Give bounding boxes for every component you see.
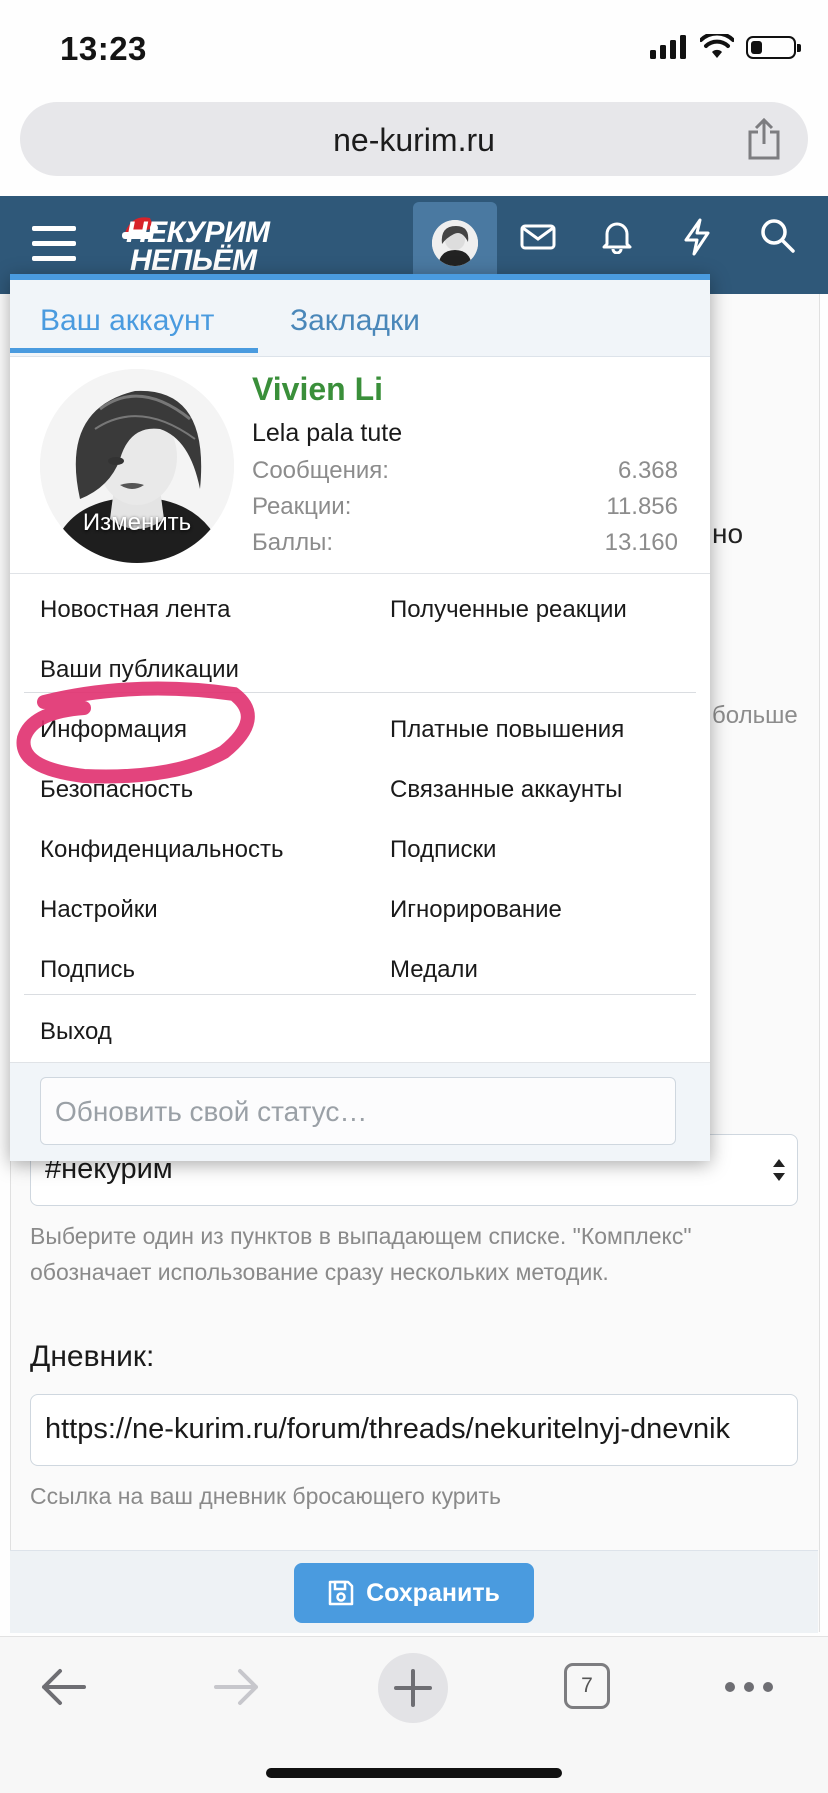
menu-preferences[interactable]: Настройки: [40, 896, 158, 924]
back-arrow-icon[interactable]: [40, 1667, 86, 1707]
change-avatar-label: Изменить: [82, 509, 192, 536]
hamburger-menu-icon[interactable]: [32, 226, 76, 271]
home-indicator: [266, 1768, 562, 1778]
profile-avatar[interactable]: Изменить: [40, 369, 234, 563]
stat-reactions: Реакции: 11.856: [252, 493, 678, 520]
ios-status-bar: 13:23: [0, 0, 828, 100]
profile-summary: Изменить Vivien Li Lela pala tute Сообще…: [10, 357, 710, 574]
bell-icon[interactable]: [600, 218, 634, 254]
diary-hint: Ссылка на ваш дневник бросающего курить: [30, 1483, 501, 1509]
save-button[interactable]: Сохранить: [294, 1563, 534, 1623]
select-arrows-icon: [773, 1159, 785, 1181]
avatar: [432, 220, 478, 266]
more-options-icon[interactable]: [724, 1681, 774, 1693]
menu-logout[interactable]: Выход: [40, 1018, 112, 1046]
tab-bookmarks[interactable]: Закладки: [290, 304, 420, 338]
user-title: Lela pala tute: [252, 419, 403, 447]
inbox-mail-icon[interactable]: [520, 222, 556, 252]
cellular-signal-icon: [650, 35, 686, 59]
active-tab-indicator: [10, 348, 258, 353]
battery-icon: [746, 35, 801, 59]
diary-input-value: https://ne-kurim.ru/forum/threads/nekuri…: [45, 1413, 731, 1445]
save-button-label: Сохранить: [366, 1578, 500, 1607]
form-submit-row: Сохранить: [10, 1550, 818, 1633]
new-tab-button[interactable]: [378, 1653, 448, 1723]
popup-tabs: Ваш аккаунт Закладки: [10, 280, 710, 357]
menu-divider: [24, 994, 696, 995]
stat-messages: Сообщения: 6.368: [252, 457, 678, 484]
select-hint: Выберите один из пунктов в выпадающем сп…: [30, 1223, 692, 1285]
menu-connected-accounts[interactable]: Связанные аккаунты: [390, 776, 622, 804]
menu-privacy[interactable]: Конфиденциальность: [40, 836, 283, 864]
wifi-icon: [700, 34, 734, 58]
bg-text-fragment: но: [712, 518, 744, 549]
menu-following[interactable]: Подписки: [390, 836, 496, 864]
diary-input[interactable]: https://ne-kurim.ru/forum/threads/nekuri…: [30, 1394, 798, 1466]
bg-text-fragment-more: больше: [712, 702, 798, 729]
username[interactable]: Vivien Li: [252, 371, 383, 408]
menu-medals[interactable]: Медали: [390, 956, 478, 984]
status-update-area: Обновить свой статус…: [10, 1062, 710, 1161]
menu-signature[interactable]: Подпись: [40, 956, 135, 984]
stat-points: Баллы: 13.160: [252, 529, 678, 556]
menu-ignoring[interactable]: Игнорирование: [390, 896, 562, 924]
account-menu-button[interactable]: [413, 202, 497, 284]
tabs-overview-button[interactable]: 7: [564, 1663, 610, 1709]
address-bar[interactable]: ne-kurim.ru: [20, 102, 808, 176]
forward-arrow-icon[interactable]: [214, 1667, 260, 1707]
menu-received-reactions[interactable]: Полученные реакции: [390, 596, 627, 624]
status-time: 13:23: [60, 30, 147, 67]
floppy-disk-icon: [328, 1580, 354, 1606]
tab-your-account[interactable]: Ваш аккаунт: [40, 304, 214, 338]
url-text: ne-kurim.ru: [333, 122, 495, 158]
menu-news-feed[interactable]: Новостная лента: [40, 596, 230, 624]
diary-label: Дневник:: [30, 1340, 155, 1373]
lightning-icon[interactable]: [682, 218, 712, 256]
plus-icon: [394, 1669, 432, 1707]
status-update-input[interactable]: Обновить свой статус…: [40, 1077, 676, 1145]
menu-paid-upgrades[interactable]: Платные повышения: [390, 716, 624, 744]
site-logo[interactable]: НЕКУРИМ НЕПЬЁМ: [120, 212, 300, 282]
search-icon[interactable]: [760, 218, 796, 254]
highlight-scribble: [16, 681, 255, 784]
share-icon[interactable]: [746, 118, 782, 160]
